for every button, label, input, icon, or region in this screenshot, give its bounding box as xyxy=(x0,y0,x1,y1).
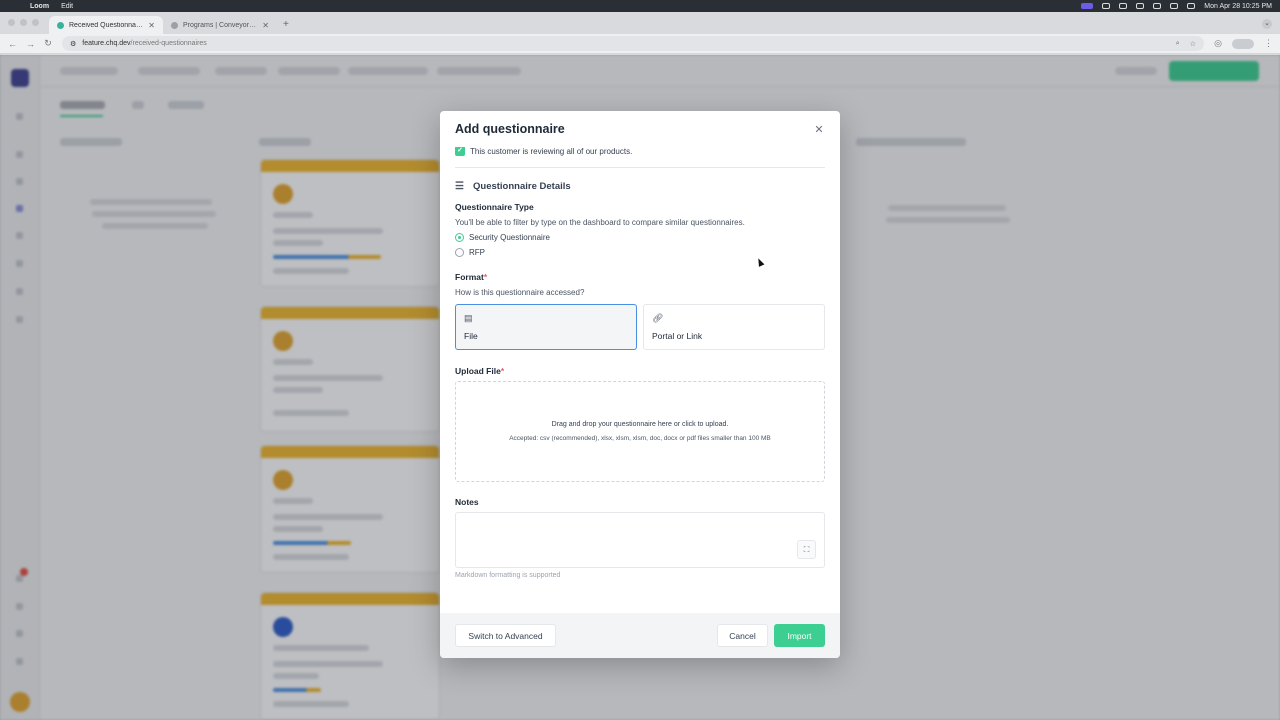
format-label: Format* xyxy=(455,272,488,282)
checkbox-checked-icon[interactable]: ✓ xyxy=(455,147,465,156)
dialog-body: ✓ This customer is reviewing all of our … xyxy=(440,147,840,613)
tab-search-icon[interactable]: ⌄ xyxy=(1262,19,1272,29)
zoom-window-button[interactable] xyxy=(32,19,39,26)
url-host: feature.chq.dev xyxy=(82,40,131,47)
markdown-hint: Markdown formatting is supported xyxy=(455,572,561,579)
required-mark: * xyxy=(483,272,488,282)
minimize-window-button[interactable] xyxy=(20,19,27,26)
file-icon: ▤ xyxy=(464,313,473,323)
notes-input[interactable]: ⛶ xyxy=(455,512,825,568)
extensions-icon[interactable]: ◎ xyxy=(1214,38,1222,49)
close-window-button[interactable] xyxy=(8,19,15,26)
divider xyxy=(455,167,825,168)
tab-close-icon[interactable]: ✕ xyxy=(148,21,155,30)
required-mark: * xyxy=(500,366,505,376)
format-help: How is this questionnaire accessed? xyxy=(455,288,585,297)
dialog-header: Add questionnaire ✕ xyxy=(440,111,840,147)
site-info-icon[interactable]: ⚙ xyxy=(70,40,76,48)
format-option-label: Portal or Link xyxy=(652,331,703,341)
list-icon: ☰ xyxy=(455,180,464,192)
file-dropzone[interactable]: Drag and drop your questionnaire here or… xyxy=(455,381,825,482)
new-tab-icon[interactable]: + xyxy=(283,19,289,30)
tray-icon[interactable] xyxy=(1119,3,1128,9)
apple-icon[interactable] xyxy=(8,2,16,10)
radio-rfp[interactable]: RFP xyxy=(455,248,825,257)
tray-icon[interactable] xyxy=(1136,3,1145,9)
format-option-label: File xyxy=(464,331,478,341)
reload-icon[interactable]: ↻ xyxy=(44,38,52,49)
format-option-file[interactable]: ▤ File xyxy=(455,304,637,350)
back-icon[interactable]: ← xyxy=(8,39,17,49)
review-all-products-checkbox[interactable]: ✓ This customer is reviewing all of our … xyxy=(455,147,825,158)
close-icon[interactable]: ✕ xyxy=(813,123,825,136)
tray-icon[interactable] xyxy=(1102,3,1111,9)
tab-title: Received Questionnaires - C xyxy=(69,21,144,29)
radio-label: RFP xyxy=(469,248,485,257)
notes-label: Notes xyxy=(455,497,479,507)
tray-icon[interactable] xyxy=(1153,3,1162,9)
menu-edit[interactable]: Edit xyxy=(61,3,73,10)
browser-address-bar: ← → ↻ ⚙ feature.chq.dev/received-questio… xyxy=(0,34,1280,54)
radio-security-questionnaire[interactable]: Security Questionnaire xyxy=(455,233,825,242)
browser-tab-strip: Received Questionnaires - C ✕ Programs |… xyxy=(0,12,1280,34)
menu-app-name[interactable]: Loom xyxy=(30,3,49,10)
radio-label: Security Questionnaire xyxy=(469,233,550,242)
browser-menu-icon[interactable]: ⋮ xyxy=(1264,38,1273,49)
battery-icon[interactable] xyxy=(1187,3,1196,9)
dialog-title: Add questionnaire xyxy=(455,122,565,136)
zoom-icon[interactable]: ⌕ xyxy=(1176,40,1180,48)
url-path: /received-questionnaires xyxy=(130,40,207,47)
add-questionnaire-dialog: Add questionnaire ✕ ✓ This customer is r… xyxy=(440,111,840,658)
upload-file-label: Upload File* xyxy=(455,366,505,376)
cancel-button[interactable]: Cancel xyxy=(717,624,768,647)
format-options: ▤ File 🔗︎ Portal or Link xyxy=(455,304,825,350)
link-icon: 🔗︎ xyxy=(652,313,664,323)
expand-icon[interactable]: ⛶ xyxy=(797,540,816,559)
browser-tab-received-questionnaires[interactable]: Received Questionnaires - C ✕ xyxy=(49,16,163,34)
dropzone-accepted-formats: Accepted: csv (recommended), xlsx, xlsm,… xyxy=(509,435,771,442)
dropzone-instructions: Drag and drop your questionnaire here or… xyxy=(551,421,729,428)
tab-favicon-icon xyxy=(57,21,64,29)
section-header: ☰ Questionnaire Details xyxy=(455,180,825,192)
bookmark-star-icon[interactable]: ☆ xyxy=(1190,40,1196,48)
radio-unselected-icon[interactable] xyxy=(455,248,464,257)
section-title: Questionnaire Details xyxy=(473,180,571,192)
url-input[interactable]: ⚙ feature.chq.dev/received-questionnaire… xyxy=(62,36,1204,51)
profile-button[interactable] xyxy=(1232,38,1254,49)
review-all-products-label: This customer is reviewing all of our pr… xyxy=(470,147,633,156)
radio-selected-icon[interactable] xyxy=(455,233,464,242)
tab-favicon-icon xyxy=(171,21,178,29)
browser-tab-programs[interactable]: Programs | Conveyor Internal ✕ xyxy=(163,16,277,34)
format-option-portal-or-link[interactable]: 🔗︎ Portal or Link xyxy=(643,304,825,350)
forward-icon[interactable]: → xyxy=(26,39,35,49)
macos-menu-bar: Loom Edit Mon Apr 28 10:25 PM xyxy=(0,0,1280,12)
tab-title: Programs | Conveyor Internal xyxy=(183,21,257,29)
menu-datetime[interactable]: Mon Apr 28 10:25 PM xyxy=(1204,3,1272,10)
dialog-footer: Switch to Advanced Cancel Import xyxy=(440,613,840,658)
tab-close-icon[interactable]: ✕ xyxy=(262,21,269,30)
menu-tray: Mon Apr 28 10:25 PM xyxy=(1081,3,1272,10)
questionnaire-type-help: You'll be able to filter by type on the … xyxy=(455,218,745,227)
wifi-icon[interactable] xyxy=(1170,3,1179,9)
window-controls xyxy=(8,19,39,26)
switch-to-advanced-button[interactable]: Switch to Advanced xyxy=(455,624,556,647)
screen-record-icon[interactable] xyxy=(1081,3,1094,9)
import-button[interactable]: Import xyxy=(774,624,825,647)
questionnaire-type-label: Questionnaire Type xyxy=(455,202,534,212)
